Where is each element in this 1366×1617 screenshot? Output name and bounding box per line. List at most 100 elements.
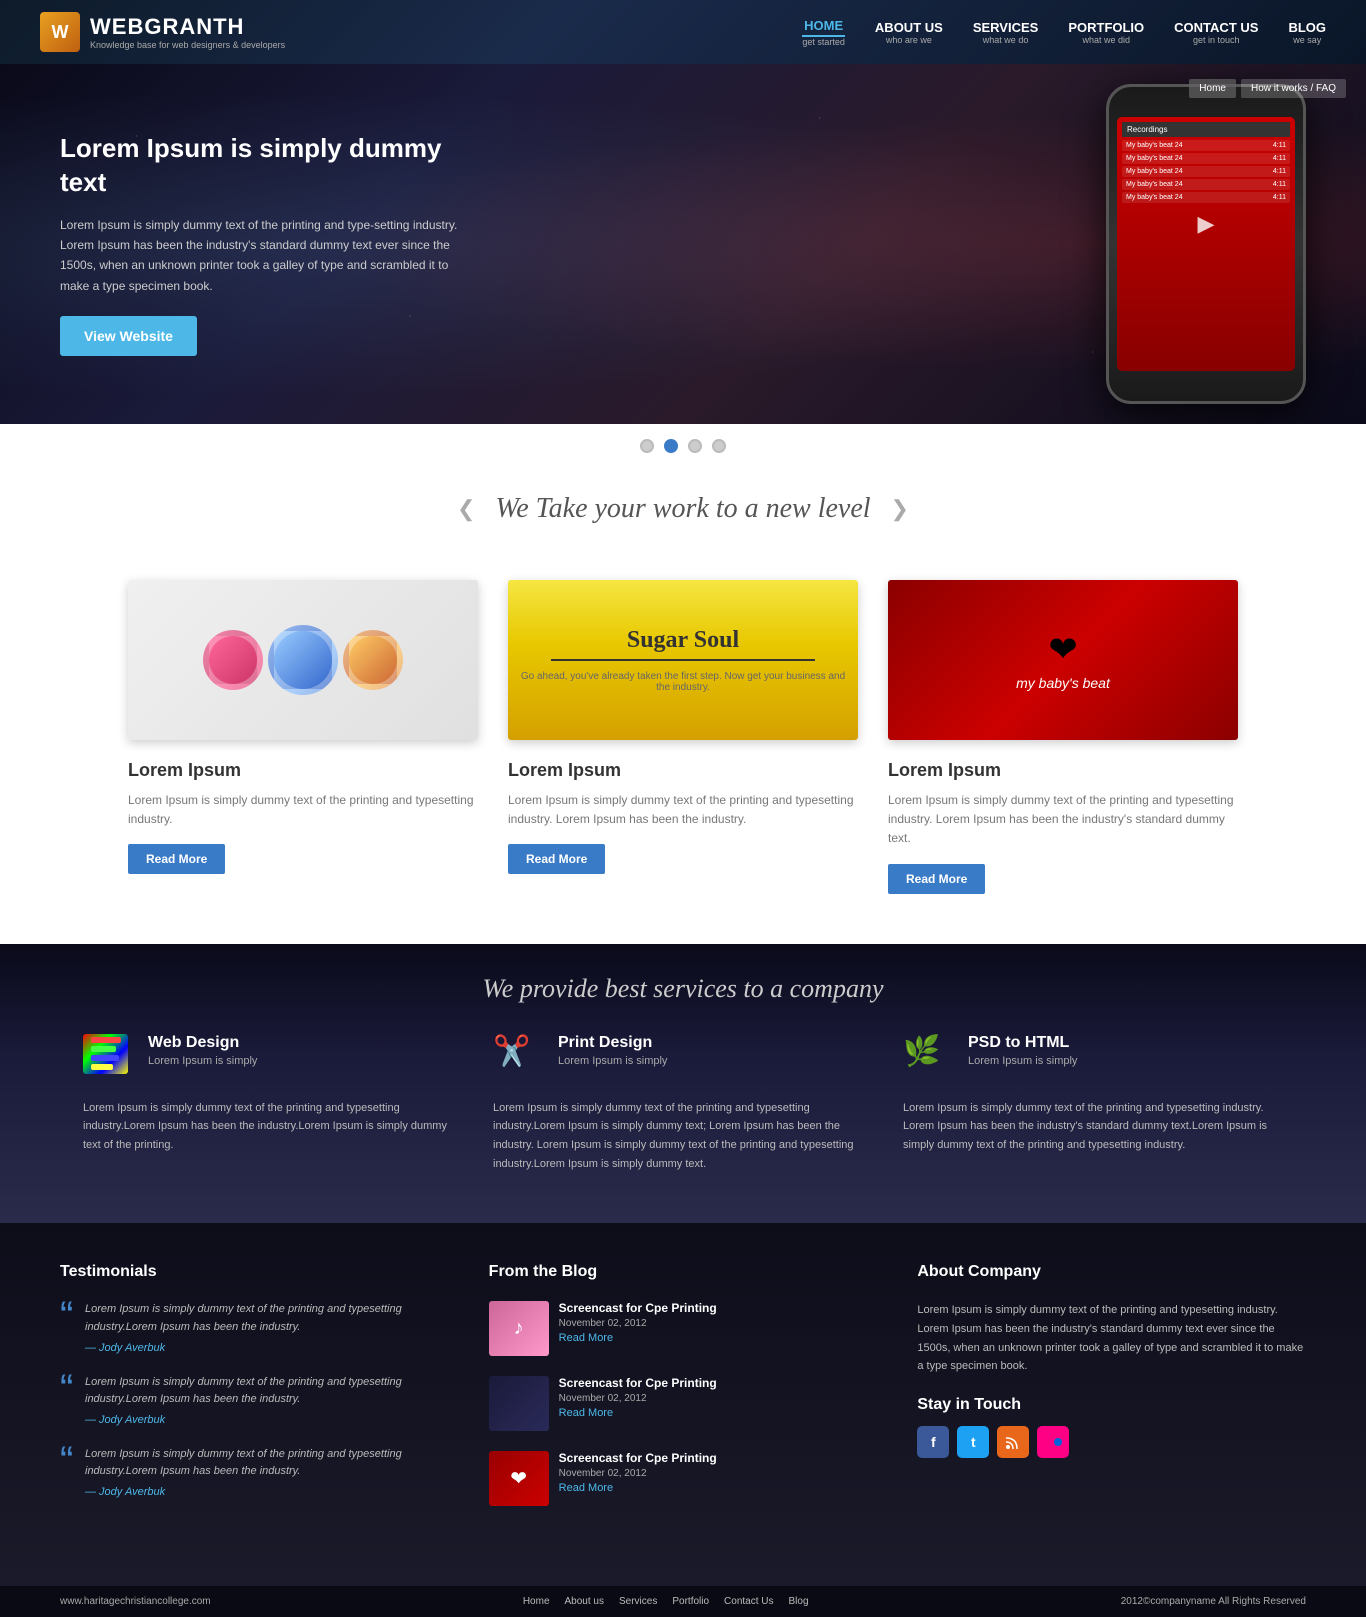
nav-contact[interactable]: CONTACT US get in touch <box>1174 20 1258 45</box>
service-body-2: Lorem Ipsum is simply dummy text of the … <box>493 1099 873 1174</box>
service-body-1: Lorem Ipsum is simply dummy text of the … <box>83 1099 463 1155</box>
blog-thumb-dark <box>489 1376 549 1431</box>
baby-beat-image: ❤ my baby's beat <box>888 580 1238 740</box>
blog-date-2: November 02, 2012 <box>559 1393 717 1404</box>
dot-3[interactable] <box>688 439 702 453</box>
testimonial-3: Lorem Ipsum is simply dummy text of the … <box>60 1446 449 1498</box>
sugar-sub: Go ahead, you've already taken the first… <box>521 671 845 693</box>
footer-nav-portfolio[interactable]: Portfolio <box>672 1596 709 1607</box>
about-text: Lorem Ipsum is simply dummy text of the … <box>917 1301 1306 1376</box>
footer-url: www.haritagechristiancollege.com <box>60 1596 211 1607</box>
slider-tab-howto[interactable]: How it works / FAQ <box>1241 79 1346 98</box>
footer-nav-contact[interactable]: Contact Us <box>724 1596 773 1607</box>
cd-design <box>193 615 413 705</box>
footer-nav-blog[interactable]: Blog <box>789 1596 809 1607</box>
flickr-dot-1 <box>1044 1438 1052 1446</box>
hero-content: Lorem Ipsum is simply dummy text Lorem I… <box>60 132 460 356</box>
read-more-2[interactable]: Read More <box>508 844 605 874</box>
slider-nav-tabs: Home How it works / FAQ <box>1189 79 1346 98</box>
portfolio-body-1: Lorem Ipsum is simply dummy text of the … <box>128 791 478 829</box>
blog-post-title-1: Screencast for Cpe Printing <box>559 1301 717 1315</box>
stay-touch: Stay in Touch f t <box>917 1396 1306 1458</box>
portfolio-placeholder-1 <box>128 580 478 740</box>
blog-read-more-1[interactable]: Read More <box>559 1332 717 1344</box>
blog-read-more-2[interactable]: Read More <box>559 1407 717 1419</box>
dot-4[interactable] <box>712 439 726 453</box>
service-card-2: ✂️ Print Design Lorem Ipsum is simply Lo… <box>493 1034 873 1174</box>
blog-thumb-3: ❤ <box>489 1451 549 1506</box>
nav-blog[interactable]: BLOG we say <box>1288 20 1326 45</box>
bar-blue <box>91 1055 119 1061</box>
slider-dots <box>0 424 1366 468</box>
service-header-2: ✂️ Print Design Lorem Ipsum is simply <box>493 1034 873 1084</box>
blog-thumb-heart-icon: ❤ <box>489 1451 549 1506</box>
service-info-3: PSD to HTML Lorem Ipsum is simply <box>968 1034 1077 1067</box>
flickr-button[interactable] <box>1037 1426 1069 1458</box>
services-section: We provide best services to a company W <box>0 944 1366 1224</box>
service-sub-2: Lorem Ipsum is simply <box>558 1055 667 1067</box>
footer-grid: Testimonials Lorem Ipsum is simply dummy… <box>60 1263 1306 1526</box>
read-more-3[interactable]: Read More <box>888 864 985 894</box>
nav-portfolio[interactable]: PORTFOLIO what we did <box>1068 20 1144 45</box>
sugar-soul-image: Sugar Soul Go ahead, you've already take… <box>508 580 858 740</box>
footer-nav-home[interactable]: Home <box>523 1596 550 1607</box>
nav-home[interactable]: HOME get started <box>802 18 845 47</box>
sugar-line <box>551 659 815 661</box>
footer-testimonials: Testimonials Lorem Ipsum is simply dummy… <box>60 1263 449 1526</box>
bar-red <box>91 1037 121 1043</box>
phone-screen: Recordings My baby's beat 244:11 My baby… <box>1117 117 1295 371</box>
dot-1[interactable] <box>640 439 654 453</box>
blog-info-3: Screencast for Cpe Printing November 02,… <box>559 1451 717 1494</box>
colorful-bars-icon <box>83 1034 128 1074</box>
tagline-section: ❮ We Take your work to a new level ❯ <box>0 468 1366 550</box>
dot-2[interactable] <box>664 439 678 453</box>
screen-row: My baby's beat 244:11 <box>1122 192 1290 203</box>
hero-section: Home How it works / FAQ Lorem Ipsum is s… <box>0 64 1366 424</box>
service-sub-1: Lorem Ipsum is simply <box>148 1055 257 1067</box>
footer-nav-about[interactable]: About us <box>565 1596 604 1607</box>
slider-tab-home[interactable]: Home <box>1189 79 1236 98</box>
print-design-icon: ✂️ <box>493 1034 543 1084</box>
testimonials-title: Testimonials <box>60 1263 449 1281</box>
nav-about[interactable]: ABOUT US who are we <box>875 20 943 45</box>
portfolio-title-3: Lorem Ipsum <box>888 760 1238 781</box>
play-icon[interactable]: ▶ <box>1122 211 1290 237</box>
blog-date-3: November 02, 2012 <box>559 1468 717 1479</box>
service-card-1: Web Design Lorem Ipsum is simply Lorem I… <box>83 1034 463 1174</box>
portfolio-card-2: Sugar Soul Go ahead, you've already take… <box>508 580 858 894</box>
blog-date-1: November 02, 2012 <box>559 1318 717 1329</box>
social-icons: f t <box>917 1426 1306 1458</box>
nav-services[interactable]: SERVICES what we do <box>973 20 1039 45</box>
blog-item-3: ❤ Screencast for Cpe Printing November 0… <box>489 1451 878 1506</box>
read-more-1[interactable]: Read More <box>128 844 225 874</box>
brand-name: WEBGRANTH <box>90 14 285 40</box>
testimonial-2: Lorem Ipsum is simply dummy text of the … <box>60 1374 449 1426</box>
blog-read-more-3[interactable]: Read More <box>559 1482 717 1494</box>
next-arrow[interactable]: ❯ <box>891 496 909 522</box>
bar-green <box>91 1046 116 1052</box>
service-card-3: 🌿 PSD to HTML Lorem Ipsum is simply Lore… <box>903 1034 1283 1174</box>
logo-area: W WEBGRANTH Knowledge base for web desig… <box>40 12 285 52</box>
portfolio-title-2: Lorem Ipsum <box>508 760 858 781</box>
service-title-3: PSD to HTML <box>968 1034 1077 1052</box>
rss-button[interactable] <box>997 1426 1029 1458</box>
view-website-button[interactable]: View Website <box>60 316 197 356</box>
heart-icon-small: ❤ <box>510 1466 527 1491</box>
prev-arrow[interactable]: ❮ <box>457 496 475 522</box>
footer-blog: From the Blog ♪ Screencast for Cpe Print… <box>489 1263 878 1526</box>
blog-thumb-1: ♪ <box>489 1301 549 1356</box>
testimonial-text-2: Lorem Ipsum is simply dummy text of the … <box>85 1374 449 1409</box>
hero-title: Lorem Ipsum is simply dummy text <box>60 132 460 200</box>
rss-icon <box>1005 1434 1021 1450</box>
phone-mockup: Recordings My baby's beat 244:11 My baby… <box>1106 84 1306 404</box>
service-title-1: Web Design <box>148 1034 257 1052</box>
services-tagline: We provide best services to a company <box>60 974 1306 1004</box>
main-nav: HOME get started ABOUT US who are we SER… <box>802 18 1326 47</box>
facebook-button[interactable]: f <box>917 1426 949 1458</box>
portfolio-card-1: Lorem Ipsum Lorem Ipsum is simply dummy … <box>128 580 478 894</box>
footer-nav-services[interactable]: Services <box>619 1596 657 1607</box>
footer-section: Testimonials Lorem Ipsum is simply dummy… <box>0 1223 1366 1586</box>
service-info-2: Print Design Lorem Ipsum is simply <box>558 1034 667 1067</box>
twitter-button[interactable]: t <box>957 1426 989 1458</box>
web-design-icon <box>83 1034 133 1084</box>
